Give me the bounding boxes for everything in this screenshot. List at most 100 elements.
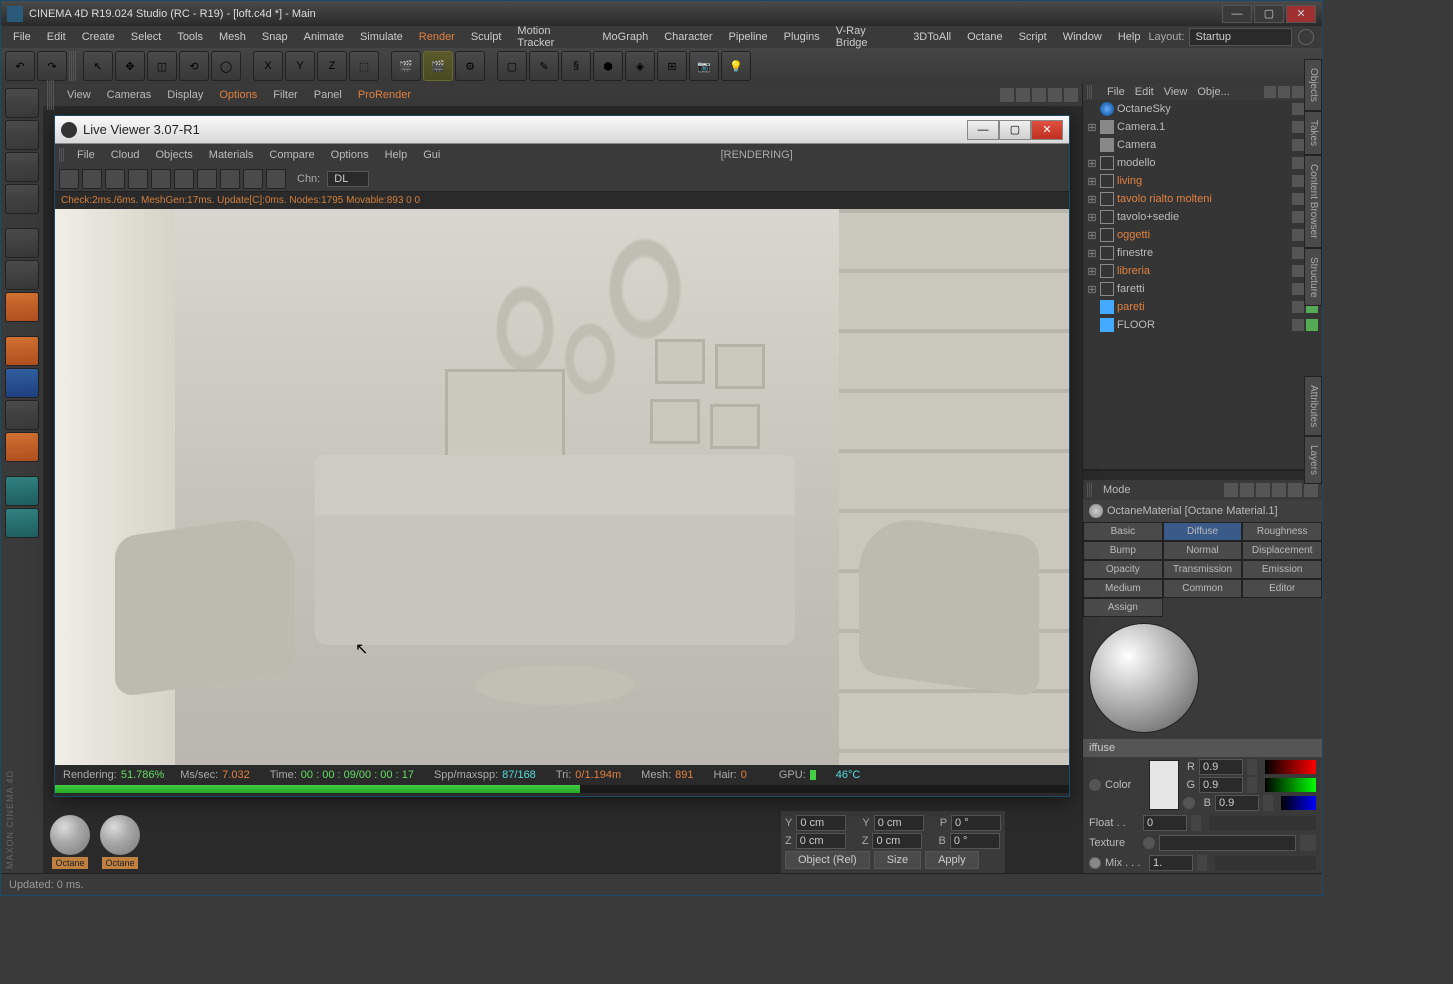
vis-dot[interactable] bbox=[1292, 103, 1304, 115]
lv-pick-tool[interactable] bbox=[243, 169, 263, 189]
r-input[interactable] bbox=[1199, 759, 1243, 775]
menu-vray[interactable]: V-Ray Bridge bbox=[828, 22, 905, 52]
minimize-button[interactable]: — bbox=[1222, 5, 1252, 23]
material-thumb-2[interactable]: Octane bbox=[97, 815, 143, 869]
vp-options[interactable]: Options bbox=[211, 86, 265, 104]
lv-minimize-button[interactable]: — bbox=[967, 120, 999, 140]
menu-select[interactable]: Select bbox=[123, 28, 170, 46]
side-tab-structure[interactable]: Structure bbox=[1304, 248, 1322, 307]
g-spinner[interactable] bbox=[1247, 777, 1257, 793]
g-input[interactable] bbox=[1199, 777, 1243, 793]
vis-dot[interactable] bbox=[1292, 175, 1304, 187]
undo-tool[interactable]: ↶ bbox=[5, 51, 35, 81]
menu-window[interactable]: Window bbox=[1055, 28, 1110, 46]
tab-bump[interactable]: Bump bbox=[1083, 541, 1163, 560]
model-mode-tool[interactable] bbox=[5, 120, 39, 150]
lv-titlebar[interactable]: Live Viewer 3.07-R1 — ▢ ✕ bbox=[55, 116, 1069, 144]
lv-lock-tool[interactable] bbox=[174, 169, 194, 189]
menu-create[interactable]: Create bbox=[74, 28, 123, 46]
side-tab-layers[interactable]: Layers bbox=[1304, 436, 1322, 484]
tree-row[interactable]: Camera bbox=[1083, 136, 1322, 154]
tab-assign[interactable]: Assign bbox=[1083, 598, 1163, 617]
attr-nav-up[interactable] bbox=[1256, 483, 1270, 497]
vis-dot[interactable] bbox=[1292, 283, 1304, 295]
object-rel-dropdown[interactable]: Object (Rel) bbox=[785, 851, 870, 869]
mix-slider[interactable] bbox=[1215, 856, 1316, 870]
vis-dot[interactable] bbox=[1292, 229, 1304, 241]
viewport-solo2-tool[interactable] bbox=[5, 508, 39, 538]
attr-mode-label[interactable]: Mode bbox=[1103, 484, 1131, 496]
render-pv-tool[interactable]: 🎬 bbox=[391, 51, 421, 81]
obj-icon3[interactable] bbox=[1292, 86, 1304, 98]
menu-mograph[interactable]: MoGraph bbox=[594, 28, 656, 46]
spline-tool[interactable]: § bbox=[561, 51, 591, 81]
vp-maximize-icon[interactable] bbox=[1064, 88, 1078, 102]
vp-zoom-icon[interactable] bbox=[1032, 88, 1046, 102]
mix-radio[interactable] bbox=[1089, 857, 1101, 869]
make-editable-tool[interactable] bbox=[5, 88, 39, 118]
close-button[interactable]: ✕ bbox=[1286, 5, 1316, 23]
vis-dot[interactable] bbox=[1292, 301, 1304, 313]
material-thumb-1[interactable]: Octane bbox=[47, 815, 93, 869]
lv-pause-tool[interactable] bbox=[105, 169, 125, 189]
viewport-solo-tool[interactable] bbox=[5, 476, 39, 506]
menu-motion-tracker[interactable]: Motion Tracker bbox=[509, 22, 594, 52]
menu-tools[interactable]: Tools bbox=[169, 28, 211, 46]
vp-panel[interactable]: Panel bbox=[306, 86, 350, 104]
texture-browse-button[interactable] bbox=[1300, 835, 1316, 851]
b-spinner[interactable] bbox=[1263, 795, 1273, 811]
tree-row[interactable]: ⊞ living bbox=[1083, 172, 1322, 190]
menu-sculpt[interactable]: Sculpt bbox=[463, 28, 510, 46]
color-expand-icon[interactable] bbox=[1089, 779, 1101, 791]
lv-settings-tool[interactable] bbox=[151, 169, 171, 189]
attr-grip[interactable] bbox=[1087, 483, 1093, 497]
snap-tool[interactable] bbox=[5, 400, 39, 430]
axis-tool[interactable] bbox=[5, 336, 39, 366]
menu-snap[interactable]: Snap bbox=[254, 28, 296, 46]
menu-animate[interactable]: Animate bbox=[296, 28, 352, 46]
coord-y2[interactable] bbox=[874, 815, 924, 831]
vp-rotate-icon[interactable] bbox=[1048, 88, 1062, 102]
soft-select-tool[interactable] bbox=[5, 432, 39, 462]
texture-field[interactable] bbox=[1159, 835, 1296, 851]
menu-character[interactable]: Character bbox=[656, 28, 720, 46]
tree-row[interactable]: ⊞ libreria bbox=[1083, 262, 1322, 280]
move-tool[interactable]: ✥ bbox=[115, 51, 145, 81]
lv-pick2-tool[interactable] bbox=[266, 169, 286, 189]
generator-tool[interactable]: ⬢ bbox=[593, 51, 623, 81]
expand-icon[interactable]: ⊞ bbox=[1087, 283, 1097, 296]
maximize-button[interactable]: ▢ bbox=[1254, 5, 1284, 23]
lv-menu-help[interactable]: Help bbox=[377, 146, 416, 164]
float-slider[interactable] bbox=[1209, 816, 1316, 830]
tree-row[interactable]: ⊞ Camera.1 bbox=[1083, 118, 1322, 136]
tab-transmission[interactable]: Transmission bbox=[1163, 560, 1243, 579]
lv-close-button[interactable]: ✕ bbox=[1031, 120, 1063, 140]
expand-icon[interactable]: ⊞ bbox=[1087, 247, 1097, 260]
tab-editor[interactable]: Editor bbox=[1242, 579, 1322, 598]
float-input[interactable] bbox=[1143, 815, 1187, 831]
toolbar-grip[interactable] bbox=[69, 51, 77, 81]
mix-input[interactable] bbox=[1149, 855, 1193, 871]
vis-dot[interactable] bbox=[1292, 139, 1304, 151]
r-spinner[interactable] bbox=[1247, 759, 1257, 775]
attr-nav-new[interactable] bbox=[1304, 483, 1318, 497]
obj-icon2[interactable] bbox=[1278, 86, 1290, 98]
texture-dropdown-icon[interactable] bbox=[1143, 837, 1155, 849]
layout-dropdown[interactable]: Startup bbox=[1189, 28, 1292, 46]
lv-refresh-tool[interactable] bbox=[82, 169, 102, 189]
menu-simulate[interactable]: Simulate bbox=[352, 28, 411, 46]
x-axis-tool[interactable]: X bbox=[253, 51, 283, 81]
lv-menu-compare[interactable]: Compare bbox=[261, 146, 322, 164]
lv-clay-tool[interactable] bbox=[197, 169, 217, 189]
obj-menu-file[interactable]: File bbox=[1107, 86, 1125, 98]
g-slider[interactable] bbox=[1265, 778, 1316, 792]
tree-row[interactable]: ⊞ finestre bbox=[1083, 244, 1322, 262]
object-tree[interactable]: OctaneSky ⊞ Camera.1 Camera ⊞ modello ⊞ … bbox=[1083, 100, 1322, 470]
tree-row[interactable]: FLOOR bbox=[1083, 316, 1322, 334]
lv-menu-file[interactable]: File bbox=[69, 146, 103, 164]
lv-maximize-button[interactable]: ▢ bbox=[999, 120, 1031, 140]
menu-render[interactable]: Render bbox=[411, 28, 463, 46]
lv-menu-gui[interactable]: Gui bbox=[415, 146, 448, 164]
r-slider[interactable] bbox=[1265, 760, 1316, 774]
vis-dot[interactable] bbox=[1292, 265, 1304, 277]
